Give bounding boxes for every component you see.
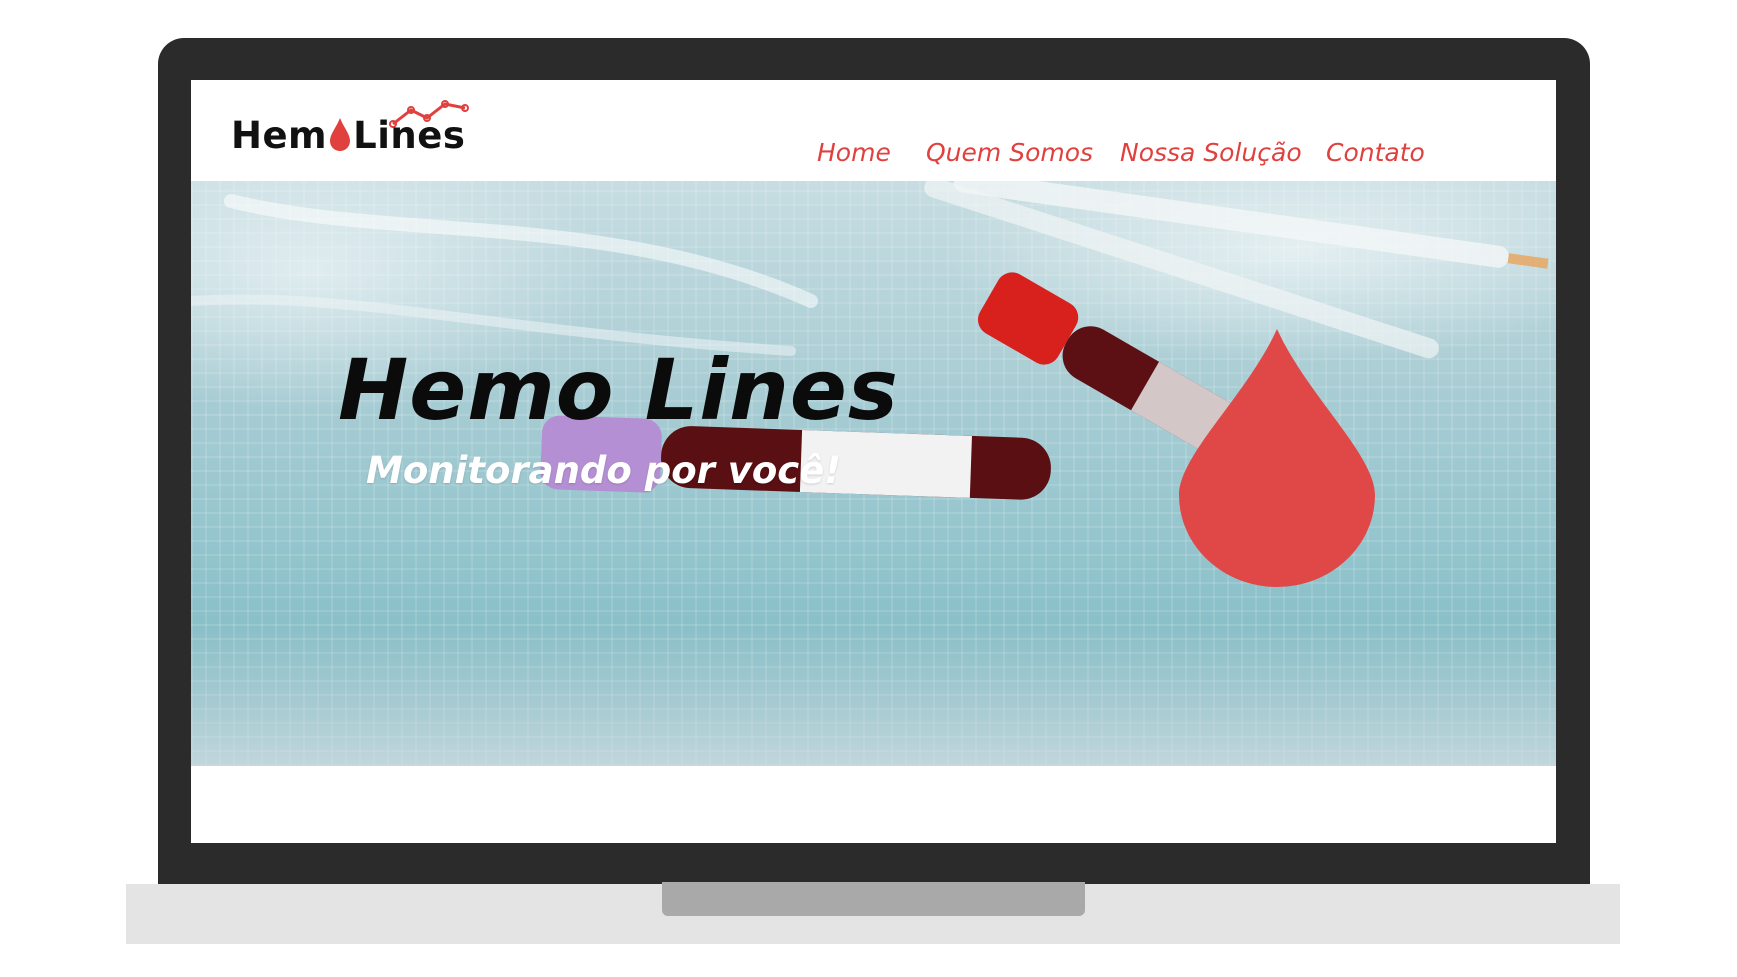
nav-item-home[interactable]: Home [817,138,891,167]
hero-banner: Hemo Lines Monitorando por você! [191,181,1556,766]
hero-subtitle: Monitorando por você! [366,449,842,492]
hero-bottom-fade [191,626,1556,766]
blood-drop-icon [1179,329,1375,587]
laptop-notch [662,882,1085,916]
nav-item-nossa-solucao[interactable]: Nossa Solução [1120,138,1302,167]
site-header: Hem Lines Home Quem Somos Nossa Solução C… [191,80,1556,181]
nav-item-contato[interactable]: Contato [1326,138,1425,167]
main-nav: Home Quem Somos Nossa Solução Contato [191,138,1556,178]
nav-item-quem-somos[interactable]: Quem Somos [926,138,1093,167]
laptop-screen: Hem Lines Home Quem Somos Nossa Solução C… [191,80,1556,843]
hero-title: Hemo Lines [338,341,899,439]
